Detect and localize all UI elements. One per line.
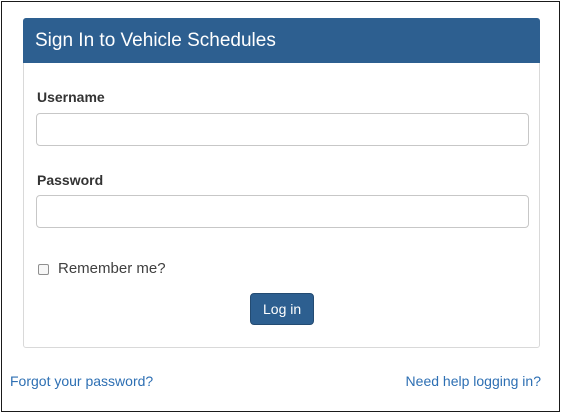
username-input[interactable] [36, 113, 529, 146]
password-label: Password [37, 172, 104, 188]
panel-title: Sign In to Vehicle Schedules [23, 18, 540, 63]
need-help-link[interactable]: Need help logging in? [406, 373, 541, 389]
forgot-password-link[interactable]: Forgot your password? [10, 373, 153, 389]
remember-me-checkbox[interactable] [38, 264, 49, 275]
username-label: Username [37, 89, 105, 105]
login-panel: Sign In to Vehicle Schedules Username Pa… [23, 18, 540, 348]
log-in-button[interactable]: Log in [250, 293, 315, 325]
remember-me-label[interactable]: Remember me? [58, 260, 166, 277]
password-input[interactable] [36, 195, 529, 228]
